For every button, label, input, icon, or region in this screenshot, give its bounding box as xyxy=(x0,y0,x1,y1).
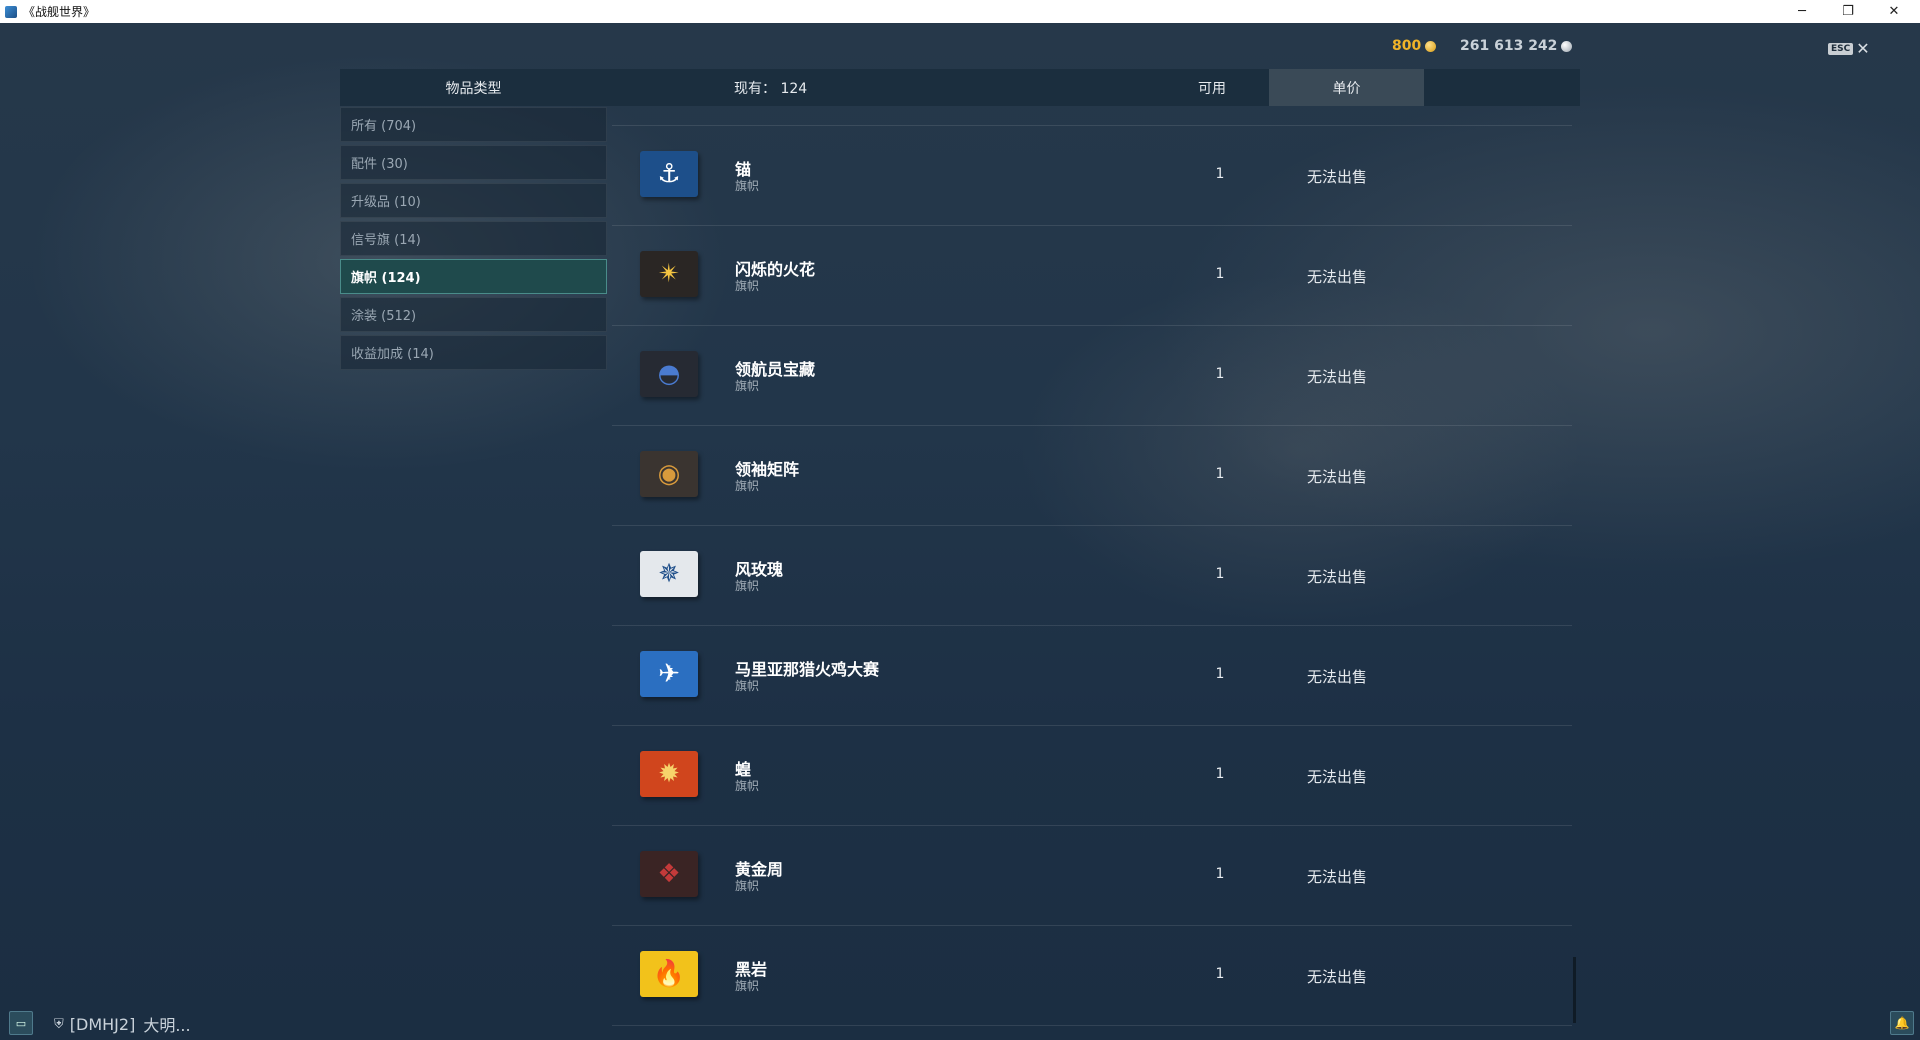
item-price: 无法出售 xyxy=(1307,568,1368,586)
category-flags[interactable]: 旗帜 (124) xyxy=(340,259,607,294)
window-titlebar: 《战舰世界》 ─ ❐ ✕ xyxy=(0,0,1920,23)
close-window-button[interactable]: ✕ xyxy=(1872,0,1916,23)
notifications-button[interactable]: 🔔 xyxy=(1890,1011,1914,1035)
restore-button[interactable]: ❐ xyxy=(1826,0,1870,23)
category-modules[interactable]: 配件 (30) xyxy=(340,145,607,180)
item-price: 无法出售 xyxy=(1307,168,1368,186)
list-item[interactable]: 🔥 黑岩 旗帜 1 无法出售 xyxy=(612,926,1572,1026)
item-quantity: 1 xyxy=(1215,266,1225,282)
credits-amount: 261 613 242 xyxy=(1460,38,1558,54)
navigator-treasure-flag-icon: ◓ xyxy=(640,351,698,397)
item-type: 旗帜 xyxy=(735,279,760,293)
shield-icon: ⛨ xyxy=(54,1016,64,1032)
inventory-header: 物品类型 现有： 124 可用 单价 xyxy=(340,69,1580,106)
item-type: 旗帜 xyxy=(735,479,760,493)
item-quantity: 1 xyxy=(1215,566,1225,582)
item-price: 无法出售 xyxy=(1307,968,1368,986)
black-rock-flag-icon: 🔥 xyxy=(640,951,698,997)
esc-close-button[interactable]: ESC ✕ xyxy=(1828,39,1870,58)
category-economic-bonuses[interactable]: 收益加成 (14) xyxy=(340,335,607,370)
credit-icon xyxy=(1561,40,1573,52)
item-type-column-header: 物品类型 xyxy=(445,80,502,97)
locust-flag-icon: ✹ xyxy=(640,751,698,797)
anchor-flag-icon: ⚓ xyxy=(640,151,698,197)
compass-rose-flag-icon: ✵ xyxy=(640,551,698,597)
mariana-turkey-shoot-flag-icon: ✈ xyxy=(640,651,698,697)
item-type: 旗帜 xyxy=(735,679,760,693)
category-camouflages[interactable]: 涂装 (512) xyxy=(340,297,607,332)
leader-matrix-flag-icon: ◉ xyxy=(640,451,698,497)
list-item[interactable]: ✴ 闪烁的火花 旗帜 1 无法出售 xyxy=(612,226,1572,326)
chat-icon: ▭ xyxy=(15,1016,27,1030)
available-column-header[interactable]: 可用 xyxy=(1172,69,1252,106)
list-item[interactable]: ✵ 风玫瑰 旗帜 1 无法出售 xyxy=(612,526,1572,626)
list-item[interactable]: ✈ 马里亚那猎火鸡大赛 旗帜 1 无法出售 xyxy=(612,626,1572,726)
owned-count: 现有： 124 xyxy=(734,80,808,97)
bell-icon: 🔔 xyxy=(1894,1016,1910,1030)
doubloon-icon xyxy=(1425,40,1437,52)
player-clan-info[interactable]: ⛨ [DMHJ2] 大明... xyxy=(54,1012,191,1036)
list-item[interactable]: ◉ 领袖矩阵 旗帜 1 无法出售 xyxy=(612,426,1572,526)
esc-key-badge: ESC xyxy=(1828,43,1854,55)
golden-week-flag-icon: ❖ xyxy=(640,851,698,897)
app-icon xyxy=(5,5,17,18)
list-item[interactable]: ◓ 领航员宝藏 旗帜 1 无法出售 xyxy=(612,326,1572,426)
item-list: ⚓ 锚旗帜 1 无法出售 ✴ 闪烁的火花 旗帜 1 无法出售 ◓ 领航员宝藏 旗帜 1 无法出售 ◉ 领袖矩阵… xyxy=(612,125,1572,1026)
category-signals[interactable]: 信号旗 (14) xyxy=(340,221,607,256)
item-quantity: 1 xyxy=(1215,466,1225,482)
list-item[interactable]: ⚓ 锚旗帜 1 无法出售 xyxy=(612,126,1572,226)
list-item[interactable]: ✹ 蝗旗帜 1 无法出售 xyxy=(612,726,1572,826)
item-price: 无法出售 xyxy=(1307,868,1368,886)
item-type: 旗帜 xyxy=(735,879,760,893)
item-quantity: 1 xyxy=(1215,366,1225,382)
clan-tag: [DMHJ2] xyxy=(69,1014,136,1034)
list-item[interactable]: ❖ 黄金周 旗帜 1 无法出售 xyxy=(612,826,1572,926)
category-upgrades[interactable]: 升级品 (10) xyxy=(340,183,607,218)
category-sidebar: 所有 (704) 配件 (30) 升级品 (10) 信号旗 (14) 旗帜 (1… xyxy=(340,107,607,373)
doubloons-amount: 800 xyxy=(1392,38,1422,54)
item-price: 无法出售 xyxy=(1307,768,1368,786)
unit-price-column-header[interactable]: 单价 xyxy=(1269,69,1424,106)
credits-balance: 261 613 242 xyxy=(1460,38,1573,54)
close-icon: ✕ xyxy=(1856,39,1870,58)
minimize-button[interactable]: ─ xyxy=(1780,0,1824,23)
item-price: 无法出售 xyxy=(1307,668,1368,686)
item-quantity: 1 xyxy=(1215,766,1225,782)
category-all[interactable]: 所有 (704) xyxy=(340,107,607,142)
item-type: 旗帜 xyxy=(735,779,760,793)
item-price: 无法出售 xyxy=(1307,468,1368,486)
window-title: 《战舰世界》 xyxy=(23,5,96,19)
item-quantity: 1 xyxy=(1215,866,1225,882)
list-scrollbar[interactable] xyxy=(1573,957,1576,1023)
item-type: 旗帜 xyxy=(735,579,760,593)
item-quantity: 1 xyxy=(1215,666,1225,682)
item-price: 无法出售 xyxy=(1307,268,1368,286)
item-price: 无法出售 xyxy=(1307,368,1368,386)
player-name: 大明... xyxy=(143,1016,191,1035)
item-type: 旗帜 xyxy=(735,379,760,393)
item-quantity: 1 xyxy=(1215,966,1225,982)
sparkle-flag-icon: ✴ xyxy=(640,251,698,297)
item-type: 旗帜 xyxy=(735,979,760,993)
item-quantity: 1 xyxy=(1215,166,1225,182)
doubloons-balance: 800 xyxy=(1392,38,1437,54)
chat-button[interactable]: ▭ xyxy=(9,1011,33,1035)
item-type: 旗帜 xyxy=(735,179,760,193)
